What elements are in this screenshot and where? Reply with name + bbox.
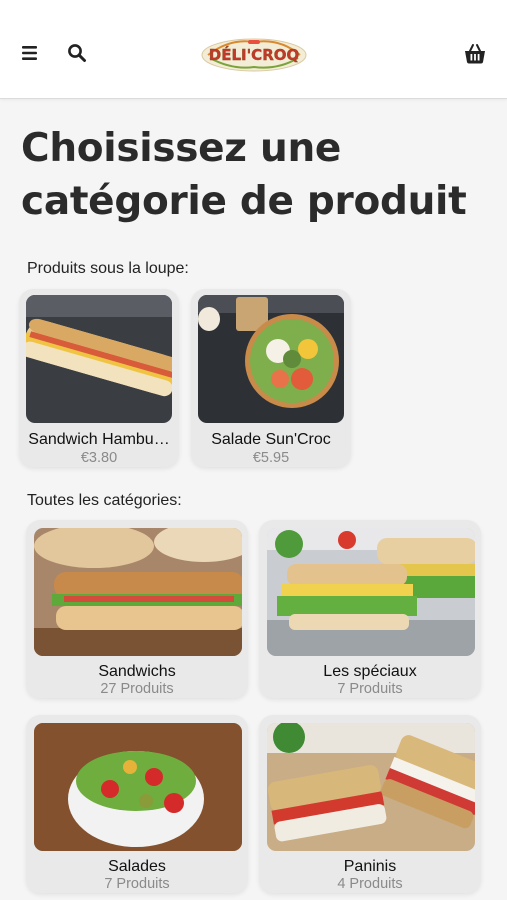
category-image-les-speciaux [267,528,475,656]
category-count: 7 Produits [337,681,403,697]
basket-icon[interactable] [462,42,488,66]
category-card-les-speciaux[interactable]: Les spéciaux 7 Produits [259,520,481,698]
category-count: 27 Produits [100,681,174,697]
category-count: 4 Produits [337,876,403,892]
category-image-salades [34,723,242,851]
product-name: Salade Sun'Croc [211,431,331,448]
product-image-salad [198,295,344,423]
category-card-salades[interactable]: Salades 7 Produits [26,715,248,893]
top-app-bar: DÉLI'CROQ [0,0,507,99]
spotlight-product-card[interactable]: Sandwich Hambu… €3.80 [19,289,179,467]
svg-text:DÉLI'CROQ: DÉLI'CROQ [209,45,300,64]
category-image-paninis [267,723,475,851]
category-name: Les spéciaux [323,663,417,680]
category-name: Salades [108,858,166,875]
page-title: Choisissez une catégorie de produit [21,126,467,224]
spotlight-section-label: Produits sous la loupe: [27,260,189,277]
category-card-paninis[interactable]: Paninis 4 Produits [259,715,481,893]
product-image-sandwich [26,295,172,423]
search-icon[interactable] [66,42,88,64]
category-name: Paninis [343,858,397,875]
product-price: €5.95 [252,450,290,466]
category-image-sandwichs [34,528,242,656]
category-count: 7 Produits [104,876,170,892]
categories-section-label: Toutes les catégories: [27,492,182,509]
product-name: Sandwich Hambu… [28,431,170,448]
product-price: €3.80 [80,450,118,466]
category-card-sandwichs[interactable]: Sandwichs 27 Produits [26,520,248,698]
hamburger-menu-icon[interactable] [20,44,40,62]
category-name: Sandwichs [98,663,176,680]
spotlight-product-card[interactable]: Salade Sun'Croc €5.95 [191,289,351,467]
brand-logo[interactable]: DÉLI'CROQ [200,34,308,74]
